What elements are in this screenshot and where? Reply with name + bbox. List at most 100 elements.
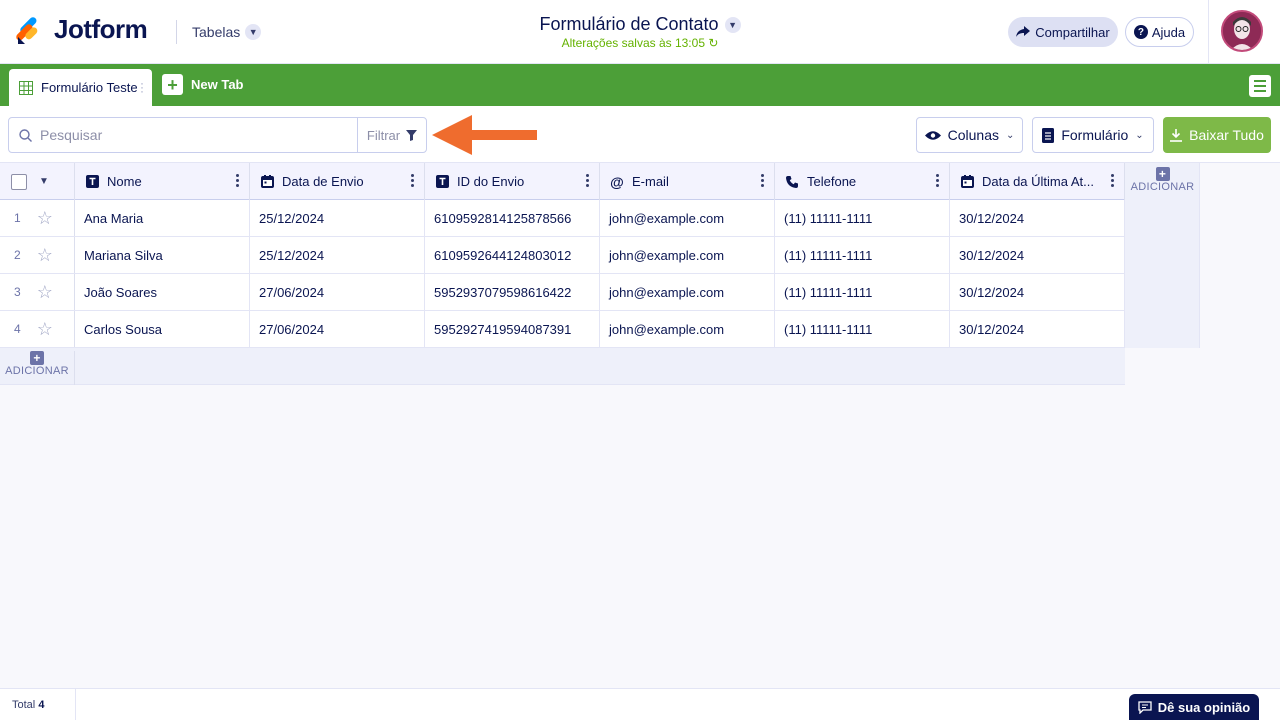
star-icon[interactable]: ☆ [37, 245, 53, 266]
row-number: 2 ☆ [0, 237, 75, 273]
cell-email[interactable]: john@example.com [600, 311, 775, 347]
cell-email[interactable]: john@example.com [600, 200, 775, 236]
cell-email[interactable]: john@example.com [600, 237, 775, 273]
plus-icon: + [162, 74, 183, 95]
cell-nome[interactable]: João Soares [75, 274, 250, 310]
cell-nome[interactable]: Mariana Silva [75, 237, 250, 273]
cell-telefone[interactable]: (11) 11111-1111 [775, 274, 950, 310]
filter-label: Filtrar [366, 127, 401, 143]
cell-telefone[interactable]: (11) 11111-1111 [775, 200, 950, 236]
search-input[interactable] [40, 127, 340, 143]
star-icon[interactable]: ☆ [37, 319, 53, 340]
tab-formulario-teste[interactable]: Formulário Teste · · · [9, 69, 152, 106]
column-header-email[interactable]: @ E-mail [600, 163, 775, 200]
calendar-icon [960, 175, 974, 188]
table-row[interactable]: 4 ☆ Carlos Sousa 27/06/2024 5952927419594… [0, 311, 1125, 348]
text-icon [85, 175, 99, 188]
table-footer: Total 4 Dê sua opinião [0, 688, 1280, 720]
column-options-icon[interactable] [236, 174, 239, 189]
table-toolbar: Filtrar Colunas ⌄ Formulário ⌄ Baixar Tu… [0, 106, 1280, 163]
add-column-button[interactable]: + ADICIONAR [1125, 163, 1200, 348]
column-header-nome[interactable]: Nome [75, 163, 250, 200]
add-row-button[interactable]: + ADICIONAR [0, 351, 75, 385]
table-row[interactable]: 2 ☆ Mariana Silva 25/12/2024 610959264412… [0, 237, 1125, 274]
columns-button[interactable]: Colunas ⌄ [916, 117, 1023, 153]
column-header-telefone[interactable]: Telefone [775, 163, 950, 200]
column-label: Data da Última At... [982, 174, 1094, 189]
cell-data-envio[interactable]: 27/06/2024 [250, 311, 425, 347]
new-tab-button[interactable]: + New Tab [162, 74, 244, 95]
cell-id-envio[interactable]: 6109592644124803012 [425, 237, 600, 273]
chevron-down-icon[interactable]: ▼ [39, 176, 49, 187]
download-all-button[interactable]: Baixar Tudo [1163, 117, 1271, 153]
footer-divider [75, 689, 76, 720]
cell-data-envio[interactable]: 25/12/2024 [250, 237, 425, 273]
filter-button[interactable]: Filtrar [357, 117, 427, 153]
column-options-icon[interactable] [761, 174, 764, 189]
form-label: Formulário [1061, 127, 1129, 143]
row-index: 1 [14, 211, 21, 225]
cell-nome[interactable]: Carlos Sousa [75, 311, 250, 347]
chevron-down-icon: ⌄ [1135, 129, 1144, 141]
cell-data-envio[interactable]: 25/12/2024 [250, 200, 425, 236]
download-label: Baixar Tudo [1189, 127, 1264, 143]
column-options-icon[interactable] [586, 174, 589, 189]
select-all-checkbox[interactable] [11, 173, 27, 190]
cell-data-envio[interactable]: 27/06/2024 [250, 274, 425, 310]
cell-ultima-atualizacao[interactable]: 30/12/2024 [950, 200, 1125, 236]
search-box [8, 117, 358, 153]
cell-ultima-atualizacao[interactable]: 30/12/2024 [950, 237, 1125, 273]
row-index: 2 [14, 248, 21, 262]
column-options-icon[interactable] [936, 174, 939, 189]
share-label: Compartilhar [1035, 24, 1110, 40]
total-label: Total [12, 699, 36, 711]
user-avatar[interactable] [1221, 10, 1263, 52]
feedback-icon [1138, 701, 1152, 714]
column-label: Nome [107, 174, 142, 189]
share-arrow-icon [1016, 26, 1031, 37]
chevron-down-icon: ⌄ [1005, 129, 1015, 141]
search-icon [19, 128, 32, 142]
row-number: 4 ☆ [0, 311, 75, 347]
share-button[interactable]: Compartilhar [1008, 17, 1118, 47]
plus-icon: + [30, 351, 44, 365]
cell-email[interactable]: john@example.com [600, 274, 775, 310]
feedback-button[interactable]: Dê sua opinião [1129, 694, 1259, 720]
table-row[interactable]: 1 ☆ Ana Maria 25/12/2024 6109592814125878… [0, 200, 1125, 237]
cell-telefone[interactable]: (11) 11111-1111 [775, 311, 950, 347]
row-index: 3 [14, 285, 21, 299]
question-icon: ? [1133, 25, 1148, 39]
row-index: 4 [14, 322, 21, 336]
column-header-data-envio[interactable]: Data de Envio [250, 163, 425, 200]
cell-nome[interactable]: Ana Maria [75, 200, 250, 236]
column-options-icon[interactable] [411, 174, 414, 189]
tab-menu-button[interactable] [1249, 75, 1271, 97]
cell-telefone[interactable]: (11) 11111-1111 [775, 237, 950, 273]
cell-ultima-atualizacao[interactable]: 30/12/2024 [950, 274, 1125, 310]
column-header-ultima-atualizacao[interactable]: Data da Última At... [950, 163, 1125, 200]
cell-id-envio[interactable]: 5952927419594087391 [425, 311, 600, 347]
star-icon[interactable]: ☆ [37, 282, 53, 303]
eye-icon [924, 130, 941, 140]
cell-id-envio[interactable]: 6109592814125878566 [425, 200, 600, 236]
help-button[interactable]: ? Ajuda [1125, 17, 1194, 47]
star-icon[interactable]: ☆ [37, 208, 53, 229]
total-count: Total 4 [12, 699, 44, 711]
column-header-id-envio[interactable]: ID do Envio [425, 163, 600, 200]
save-status-text: Alterações salvas às 13:05 [561, 36, 705, 50]
cell-id-envio[interactable]: 5952937079598616422 [425, 274, 600, 310]
app-header: Jotform Tabelas ▼ Formulário de Contato ▼… [0, 0, 1280, 64]
form-title-text: Formulário de Contato [539, 14, 719, 34]
row-number: 1 ☆ [0, 200, 75, 236]
column-options-icon[interactable] [1111, 174, 1114, 189]
tab-options-icon[interactable]: · · · [140, 77, 144, 97]
cell-ultima-atualizacao[interactable]: 30/12/2024 [950, 311, 1125, 347]
column-label: Telefone [807, 174, 857, 189]
form-view-button[interactable]: Formulário ⌄ [1032, 117, 1154, 153]
plus-icon: + [1155, 167, 1170, 181]
hamburger-line [1254, 90, 1266, 92]
column-label: Data de Envio [282, 174, 364, 189]
refresh-icon: ↻ [708, 36, 719, 50]
table-row[interactable]: 3 ☆ João Soares 27/06/2024 59529370795986… [0, 274, 1125, 311]
avatar-image [1223, 12, 1261, 50]
